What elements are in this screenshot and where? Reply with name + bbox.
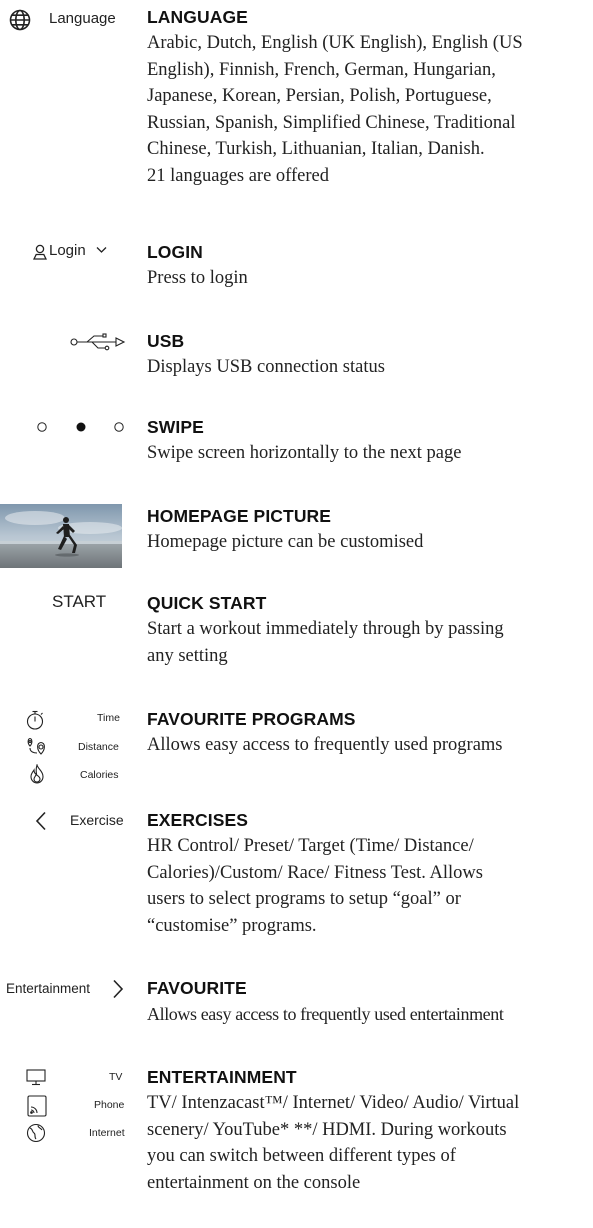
usb-description: Displays USB connection status (147, 357, 385, 377)
tv-icon (26, 1069, 46, 1086)
description-line: English), Finnish, French, German, Hunga… (147, 59, 496, 80)
favourite-programs-title: FAVOURITE PROGRAMS (147, 709, 356, 729)
exercise-label: Exercise (70, 812, 124, 828)
chevron-right-icon (112, 979, 124, 999)
language-description: Arabic, Dutch, English (UK English), Eng… (147, 30, 593, 189)
swipe-description: Swipe screen horizontally to the next pa… (147, 443, 462, 463)
calories-label: Calories (80, 769, 119, 781)
distance-label: Distance (78, 741, 119, 753)
start-button-label: START (52, 592, 107, 611)
description-line: any setting (147, 645, 228, 666)
distance-icon (26, 737, 48, 755)
quick-start-description: Start a workout immediately through by p… (147, 616, 593, 669)
description-line: entertainment on the console (147, 1172, 361, 1193)
homepage-picture-title: HOMEPAGE PICTURE (147, 506, 332, 526)
globe-internet-icon (26, 1123, 46, 1143)
phone-label: Phone (94, 1099, 125, 1111)
language-icon-label: Language (49, 10, 116, 27)
description-line: users to select programs to setup “goal”… (147, 889, 461, 909)
chevron-down-icon (96, 246, 107, 254)
tv-label: TV (109, 1071, 123, 1083)
internet-label: Internet (89, 1127, 125, 1139)
login-description: Press to login (147, 268, 248, 288)
favourite-title: FAVOURITE (147, 978, 247, 998)
entertainment-label: Entertainment (6, 981, 91, 996)
quick-start-title: QUICK START (147, 593, 267, 613)
page-indicator-dots-icon (35, 421, 125, 433)
user-icon (33, 244, 47, 260)
description-line: Chinese, Turkish, Lithuanian, Italian, D… (147, 139, 485, 159)
entertainment-title: ENTERTAINMENT (147, 1067, 297, 1087)
login-title: LOGIN (147, 242, 203, 262)
description-line: Arabic, Dutch, English (UK English), Eng… (147, 33, 523, 53)
chevron-left-icon (35, 811, 47, 831)
usb-icon (70, 333, 126, 351)
description-line: 21 languages are offered (147, 165, 330, 186)
description-line: “customise” programs. (147, 915, 317, 936)
description-line: Start a workout immediately through by p… (147, 619, 504, 639)
language-title: LANGUAGE (147, 7, 248, 27)
stopwatch-icon (26, 710, 44, 730)
time-label: Time (97, 712, 120, 724)
swipe-title: SWIPE (147, 417, 204, 437)
entertainment-icon-area: TV Phone Internet (0, 1066, 136, 1156)
description-line: Russian, Spanish, Simplified Chinese, Tr… (147, 112, 516, 133)
homepage-picture-description: Homepage picture can be customised (147, 532, 424, 552)
exercises-description: HR Control/ Preset/ Target (Time/ Distan… (147, 833, 593, 939)
favourite-description: Allows easy access to frequently used en… (147, 1004, 504, 1024)
description-line: Calories)/Custom/ Race/ Fitness Test. Al… (147, 862, 483, 883)
description-line: HR Control/ Preset/ Target (Time/ Distan… (147, 836, 474, 856)
favourite-programs-icon-area: Time Distance Calories (0, 708, 136, 798)
favourite-programs-description: Allows easy access to frequently used pr… (147, 735, 503, 755)
entertainment-description: TV/ Intenzacast™/ Internet/ Video/ Audio… (147, 1090, 593, 1196)
description-line: you can switch between different types o… (147, 1146, 456, 1166)
flame-icon (28, 764, 46, 784)
globe-icon (9, 9, 31, 31)
usb-title: USB (147, 331, 185, 351)
phone-cast-icon (27, 1095, 47, 1117)
login-icon-label: Login (49, 242, 86, 259)
description-line: Japanese, Korean, Persian, Polish, Portu… (147, 86, 492, 106)
exercises-title: EXERCISES (147, 810, 249, 830)
runner-on-beach-thumbnail (0, 504, 122, 568)
description-line: TV/ Intenzacast™/ Internet/ Video/ Audio… (147, 1093, 520, 1113)
description-line: scenery/ YouTube* **/ HDMI. During worko… (147, 1119, 507, 1140)
